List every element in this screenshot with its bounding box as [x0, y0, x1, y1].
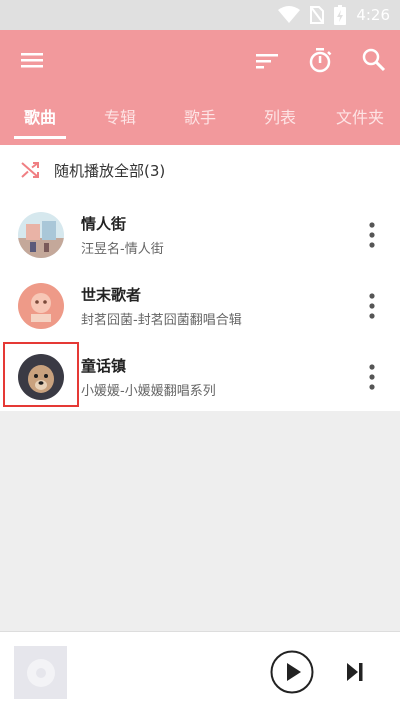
shuffle-all-button[interactable]: 随机播放全部(3): [0, 145, 400, 195]
song-list: 随机播放全部(3) 情人街 汪昱名-情人街 世末歌者 封茗囧菌-封茗囧菌翻唱合辑…: [0, 145, 400, 411]
song-title: 情人街: [81, 215, 127, 233]
song-subtitle: 小媛媛-小媛媛翻唱系列: [81, 384, 216, 399]
album-placeholder-icon[interactable]: [14, 646, 67, 699]
song-subtitle: 汪昱名-情人街: [81, 242, 164, 257]
more-options-icon[interactable]: [366, 290, 378, 322]
sort-icon[interactable]: [253, 46, 281, 74]
song-title: 童话镇: [81, 357, 127, 375]
more-options-icon[interactable]: [366, 361, 378, 393]
skip-next-icon[interactable]: [344, 660, 366, 684]
album-cover: [18, 212, 64, 258]
wifi-icon: [278, 6, 301, 23]
no-sim-icon: [310, 6, 325, 24]
song-subtitle: 封茗囧菌-封茗囧菌翻唱合辑: [81, 313, 242, 328]
battery-charging-icon: [334, 5, 347, 25]
tab-artists[interactable]: 歌手: [160, 100, 240, 145]
app-bar: 歌曲 专辑 歌手 列表 文件夹: [0, 30, 400, 145]
more-options-icon[interactable]: [366, 219, 378, 251]
song-item[interactable]: 情人街 汪昱名-情人街: [0, 200, 400, 270]
search-icon[interactable]: [360, 46, 388, 74]
tab-bar: 歌曲 专辑 歌手 列表 文件夹: [0, 100, 400, 145]
shuffle-label: 随机播放全部(3): [54, 161, 166, 180]
timer-icon[interactable]: [306, 46, 334, 74]
song-item[interactable]: 世末歌者 封茗囧菌-封茗囧菌翻唱合辑: [0, 271, 400, 341]
tab-songs[interactable]: 歌曲: [0, 100, 80, 145]
highlight-box: [3, 342, 79, 407]
play-icon[interactable]: [270, 650, 314, 694]
shuffle-icon: [21, 162, 39, 178]
tab-playlists[interactable]: 列表: [240, 100, 320, 145]
mini-player: [0, 631, 400, 711]
status-icons: 4:26: [278, 5, 390, 25]
song-title: 世末歌者: [81, 286, 142, 304]
tab-albums[interactable]: 专辑: [80, 100, 160, 145]
status-bar: 4:26: [0, 0, 400, 30]
menu-icon[interactable]: [18, 48, 46, 72]
album-cover: [18, 283, 64, 329]
status-time: 4:26: [356, 6, 390, 24]
tab-folders[interactable]: 文件夹: [320, 100, 400, 145]
